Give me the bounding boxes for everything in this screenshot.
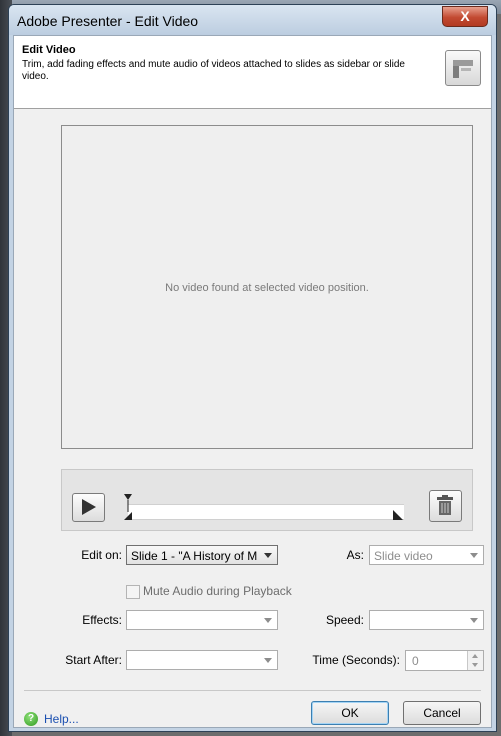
chevron-down-icon[interactable]: [472, 663, 478, 667]
edit-on-select[interactable]: Slide 1 - "A History of M: [126, 545, 278, 565]
video-timeline: [61, 469, 473, 531]
chevron-down-icon: [470, 618, 478, 623]
chevron-down-icon: [264, 658, 272, 663]
trim-start-handle[interactable]: [123, 494, 133, 520]
effects-label: Effects:: [82, 613, 122, 627]
as-label: As:: [346, 548, 364, 562]
speed-select[interactable]: [369, 610, 484, 630]
start-after-select[interactable]: [126, 650, 278, 670]
ok-button[interactable]: OK: [311, 701, 389, 725]
play-icon: [82, 499, 96, 515]
start-after-label: Start After:: [65, 653, 122, 667]
dialog-body: Edit Video Trim, add fading effects and …: [13, 35, 492, 728]
trim-track[interactable]: [128, 504, 404, 520]
no-video-message: No video found at selected video positio…: [165, 282, 369, 294]
header-description: Trim, add fading effects and mute audio …: [22, 59, 405, 82]
delete-video-button[interactable]: [429, 490, 462, 522]
play-button[interactable]: [72, 493, 105, 522]
footer-divider: [24, 690, 481, 691]
as-value: Slide video: [374, 549, 433, 563]
cancel-button[interactable]: Cancel: [403, 701, 481, 725]
effects-select[interactable]: [126, 610, 278, 630]
chevron-down-icon: [470, 553, 478, 558]
trash-icon: [437, 495, 453, 515]
speed-label: Speed:: [325, 613, 364, 627]
help-link[interactable]: Help...: [44, 712, 79, 726]
as-select[interactable]: Slide video: [369, 545, 484, 565]
edit-video-dialog: Adobe Presenter - Edit Video X Edit Vide…: [8, 4, 497, 732]
video-preview: No video found at selected video positio…: [61, 125, 473, 449]
window-title: Adobe Presenter - Edit Video: [17, 13, 199, 29]
chevron-down-icon: [264, 553, 272, 558]
mute-audio-checkbox[interactable]: [126, 585, 140, 599]
close-button[interactable]: X: [442, 6, 488, 27]
time-seconds-stepper[interactable]: 0: [405, 650, 484, 671]
video-edit-icon: [445, 50, 481, 86]
chevron-down-icon: [264, 618, 272, 623]
chevron-up-icon[interactable]: [472, 654, 478, 658]
time-seconds-label: Time (Seconds):: [312, 653, 400, 667]
edit-on-label: Edit on:: [81, 548, 122, 562]
mute-audio-label: Mute Audio during Playback: [143, 584, 292, 598]
dialog-header: Edit Video Trim, add fading effects and …: [14, 36, 491, 109]
stepper-buttons[interactable]: [467, 651, 483, 670]
trim-end-handle[interactable]: [393, 510, 403, 520]
time-seconds-value: 0: [412, 654, 419, 668]
title-bar[interactable]: Adobe Presenter - Edit Video X: [9, 5, 496, 35]
help-icon[interactable]: ?: [24, 712, 38, 726]
edit-on-value: Slide 1 - "A History of M: [131, 549, 258, 563]
header-title: Edit Video: [22, 44, 76, 56]
